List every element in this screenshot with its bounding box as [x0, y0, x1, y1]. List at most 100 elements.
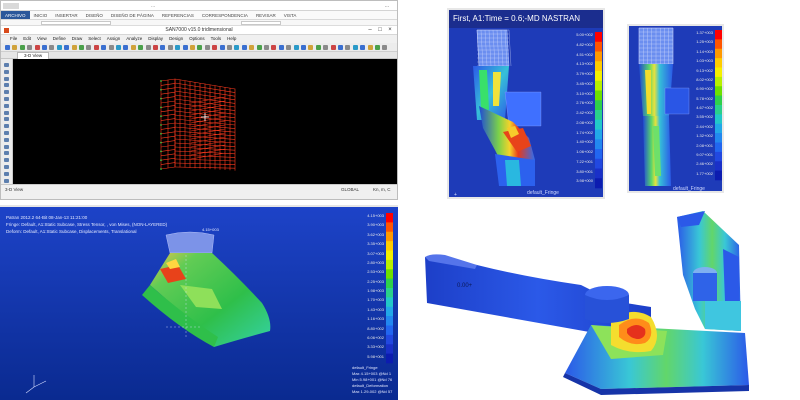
toolbar-icon[interactable]	[138, 45, 144, 50]
toolbar-icon[interactable]	[197, 45, 203, 50]
menu-item[interactable]: Help	[224, 35, 239, 43]
tool-icon[interactable]	[4, 165, 9, 169]
toolbar-icon[interactable]	[219, 45, 225, 50]
tool-icon[interactable]	[4, 151, 9, 156]
toolbar-icon[interactable]	[27, 45, 33, 50]
toolbar-icon[interactable]	[212, 45, 218, 50]
toolbar-icon[interactable]	[286, 45, 292, 50]
tool-icon[interactable]	[4, 137, 9, 142]
ribbon-tab[interactable]: REVISAR	[252, 11, 280, 19]
toolbar-icon[interactable]	[323, 45, 329, 50]
toolbar-icon[interactable]	[315, 45, 321, 50]
menu-item[interactable]: Edit	[20, 35, 34, 43]
toolbar-icon[interactable]	[34, 45, 40, 50]
ribbon-tab[interactable]: VISTA	[280, 11, 301, 19]
menu-item[interactable]: View	[34, 35, 50, 43]
toolbar-icon[interactable]	[227, 45, 232, 50]
menu-item[interactable]: Draw	[69, 35, 86, 43]
menu-item[interactable]: Define	[50, 35, 69, 43]
menu-item[interactable]: File	[7, 35, 20, 43]
toolbar-icon[interactable]	[130, 45, 136, 50]
toolbar-icon[interactable]	[79, 45, 84, 50]
toolbar-icon[interactable]	[86, 45, 92, 50]
ribbon-tab[interactable]: ARCHIVO	[1, 11, 30, 19]
toolbar-icon[interactable]	[360, 45, 366, 50]
tool-icon[interactable]	[4, 97, 9, 101]
maximize-button[interactable]: □	[375, 27, 385, 34]
ribbon-tab[interactable]: INSERTAR	[51, 11, 81, 19]
menu-item[interactable]: Options	[186, 35, 208, 43]
menu-item[interactable]: Assign	[104, 35, 124, 43]
toolbar-icon[interactable]	[234, 45, 240, 50]
toolbar-icon[interactable]	[153, 45, 158, 50]
3d-viewport[interactable]	[13, 59, 397, 184]
toolbar-icon[interactable]	[93, 45, 99, 50]
toolbar-icon[interactable]	[12, 45, 18, 50]
tool-icon[interactable]	[4, 76, 9, 81]
view-tab[interactable]: 3-D View	[17, 52, 50, 59]
menu-item[interactable]: Select	[85, 35, 104, 43]
toolbar-icon[interactable]	[375, 45, 380, 50]
ribbon-tab[interactable]: INICIO	[30, 11, 52, 19]
toolbar-icon[interactable]	[345, 45, 351, 50]
menu-item[interactable]: Analyze	[123, 35, 145, 43]
ribbon-tab[interactable]: CORRESPONDENCIA	[198, 11, 252, 19]
toolbar-icon[interactable]	[182, 45, 188, 50]
tool-icon[interactable]	[4, 69, 9, 74]
toolbar-icon[interactable]	[382, 45, 388, 50]
toolbar-icon[interactable]	[145, 45, 151, 50]
tool-icon[interactable]	[4, 90, 9, 95]
toolbar-icon[interactable]	[116, 45, 121, 50]
status-coord-system[interactable]: GLOBAL	[341, 187, 359, 192]
toolbar-icon[interactable]	[190, 45, 195, 50]
toolbar-icon[interactable]	[293, 45, 299, 50]
toolbar-icon[interactable]	[241, 45, 247, 50]
tool-icon[interactable]	[4, 158, 9, 163]
tool-icon[interactable]	[4, 144, 9, 149]
toolbar-icon[interactable]	[264, 45, 269, 50]
toolbar-icon[interactable]	[301, 45, 306, 50]
toolbar-icon[interactable]	[367, 45, 373, 50]
toolbar-icon[interactable]	[249, 45, 255, 50]
menu-item[interactable]: Design	[166, 35, 186, 43]
tool-icon[interactable]	[4, 110, 9, 115]
ribbon-tab[interactable]: DISEÑO DE PÁGINA	[107, 11, 158, 19]
toolbar-icon[interactable]	[101, 45, 107, 50]
tool-icon[interactable]	[4, 131, 9, 135]
toolbar-icon[interactable]	[338, 45, 343, 50]
toolbar-icon[interactable]	[160, 45, 166, 50]
toolbar-icon[interactable]	[308, 45, 314, 50]
tool-icon[interactable]	[4, 171, 9, 176]
ribbon-tab[interactable]: REFERENCIAS	[158, 11, 198, 19]
tool-icon[interactable]	[4, 117, 9, 122]
toolbar-icon[interactable]	[167, 45, 173, 50]
toolbar-icon[interactable]	[5, 45, 10, 50]
toolbar-icon[interactable]	[271, 45, 277, 50]
toolbar-icon[interactable]	[49, 45, 55, 50]
font-selector[interactable]	[41, 21, 111, 25]
tool-icon[interactable]	[4, 178, 9, 183]
minimize-button[interactable]: –	[365, 27, 375, 34]
menu-item[interactable]: Tools	[208, 35, 225, 43]
toolbar-icon[interactable]	[71, 45, 77, 50]
style-selector[interactable]	[241, 21, 281, 25]
tool-icon[interactable]	[4, 124, 9, 129]
toolbar-icon[interactable]	[64, 45, 70, 50]
toolbar-icon[interactable]	[175, 45, 181, 50]
toolbar-icon[interactable]	[256, 45, 262, 50]
ribbon-tab[interactable]: DISEÑO	[82, 11, 107, 19]
quick-access-toolbar[interactable]	[3, 3, 19, 9]
toolbar-icon[interactable]	[278, 45, 284, 50]
tool-icon[interactable]	[4, 83, 9, 88]
toolbar-icon[interactable]	[123, 45, 129, 50]
toolbar-icon[interactable]	[42, 45, 47, 50]
toolbar-icon[interactable]	[56, 45, 62, 50]
toolbar-icon[interactable]	[19, 45, 25, 50]
toolbar-icon[interactable]	[108, 45, 114, 50]
tool-icon[interactable]	[4, 63, 9, 67]
toolbar-icon[interactable]	[352, 45, 358, 50]
toolbar-icon[interactable]	[204, 45, 210, 50]
status-units[interactable]: Kn, m, C	[373, 187, 391, 192]
tool-icon[interactable]	[4, 103, 9, 108]
toolbar-icon[interactable]	[330, 45, 336, 50]
